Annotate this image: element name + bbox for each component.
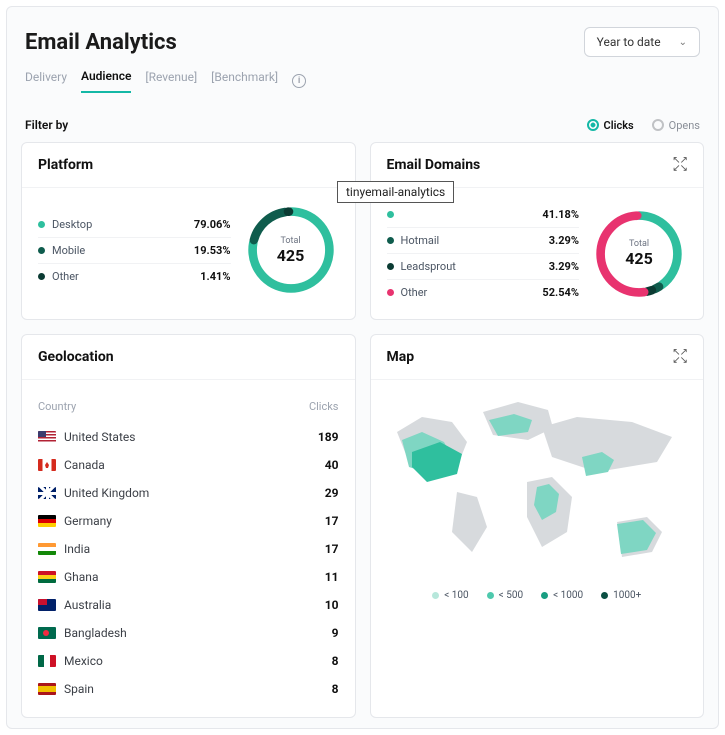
tab-delivery[interactable]: Delivery (25, 70, 67, 92)
radio-dot-icon (652, 119, 664, 131)
date-range-label: Year to date (597, 35, 661, 49)
domains-total-value: 425 (625, 249, 653, 268)
legend-dot-icon (38, 247, 45, 254)
legend-item: Hotmail3.29% (387, 228, 580, 254)
geolocation-card: Geolocation Country Clicks United States… (21, 334, 356, 718)
legend-dot-icon (387, 263, 394, 270)
radio-clicks[interactable]: Clicks (587, 119, 634, 132)
flag-icon (38, 543, 56, 555)
map-legend-item: < 500 (487, 590, 523, 601)
platform-total-value: 425 (277, 246, 305, 265)
legend-item: Desktop79.06% (38, 212, 231, 238)
flag-icon (38, 459, 56, 471)
flag-icon (38, 487, 56, 499)
tooltip: tinyemail-analytics (337, 181, 454, 203)
expand-icon[interactable]: ↖↗↙↘ (672, 157, 687, 173)
table-row: Ghana11 (38, 563, 339, 591)
flag-icon (38, 599, 56, 611)
legend-dot-icon (541, 592, 548, 599)
legend-dot-icon (38, 221, 45, 228)
table-row: India17 (38, 535, 339, 563)
tabs: Delivery Audience [Revenue] [Benchmark] i (17, 57, 708, 100)
radio-dot-icon (587, 119, 599, 131)
filter-label: Filter by (25, 118, 68, 132)
flag-icon (38, 431, 56, 443)
table-row: United States189 (38, 423, 339, 451)
radio-opens[interactable]: Opens (652, 119, 700, 132)
map-title: Map (387, 349, 415, 365)
tab-revenue[interactable]: [Revenue] (145, 70, 197, 92)
legend-dot-icon (387, 289, 394, 296)
geo-col-clicks: Clicks (309, 400, 339, 413)
legend-dot-icon (387, 237, 394, 244)
map-card: Map ↖↗↙↘ (370, 334, 705, 718)
platform-card: Platform Desktop79.06%Mobile19.53%Other1… (21, 142, 356, 320)
domains-card: Email Domains ↖↗↙↘ 41.18%Hotmail3.29%Lea… (370, 142, 705, 320)
expand-icon[interactable]: ↖↗↙↘ (672, 349, 687, 365)
legend-item: Mobile19.53% (38, 238, 231, 264)
domains-total-label: Total (629, 239, 649, 249)
table-row: Mexico8 (38, 647, 339, 675)
platform-title: Platform (38, 157, 93, 173)
date-range-dropdown[interactable]: Year to date ⌄ (584, 27, 700, 57)
map-legend-item: < 100 (432, 590, 468, 601)
legend-dot-icon (38, 273, 45, 280)
legend-item: 41.18% (387, 202, 580, 228)
legend-dot-icon (601, 592, 608, 599)
chevron-down-icon: ⌄ (679, 37, 687, 48)
legend-dot-icon (487, 592, 494, 599)
flag-icon (38, 627, 56, 639)
table-row: Australia10 (38, 591, 339, 619)
filter-radio-group: Clicks Opens (587, 119, 700, 132)
map-legend-item: 1000+ (601, 590, 641, 601)
flag-icon (38, 655, 56, 667)
table-row: Canada40 (38, 451, 339, 479)
table-row: Bangladesh9 (38, 619, 339, 647)
info-icon[interactable]: i (292, 74, 306, 88)
platform-total-label: Total (280, 236, 300, 246)
legend-dot-icon (432, 592, 439, 599)
platform-donut: Total 425 (243, 202, 339, 298)
tab-audience[interactable]: Audience (81, 69, 131, 93)
domains-donut: Total 425 (591, 206, 687, 302)
legend-dot-icon (387, 211, 394, 218)
flag-icon (38, 683, 56, 695)
legend-item: Other1.41% (38, 264, 231, 289)
geo-col-country: Country (38, 400, 76, 413)
world-map (387, 392, 687, 582)
table-row: United Kingdom29 (38, 479, 339, 507)
table-row: Germany17 (38, 507, 339, 535)
table-row: Spain8 (38, 675, 339, 703)
domains-title: Email Domains (387, 157, 481, 173)
page-title: Email Analytics (25, 30, 177, 55)
legend-item: Other52.54% (387, 280, 580, 305)
legend-item: Leadsprout3.29% (387, 254, 580, 280)
map-legend-item: < 1000 (541, 590, 583, 601)
geolocation-title: Geolocation (38, 349, 114, 365)
flag-icon (38, 515, 56, 527)
flag-icon (38, 571, 56, 583)
tab-benchmark[interactable]: [Benchmark] (211, 70, 278, 92)
